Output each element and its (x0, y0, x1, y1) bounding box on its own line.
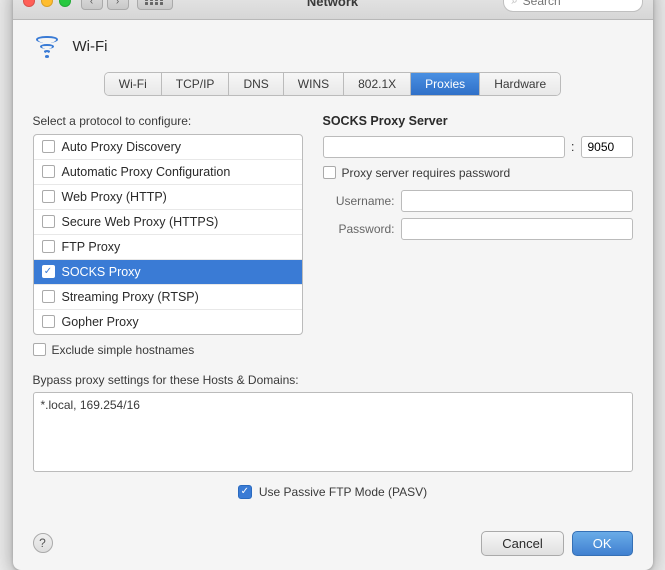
label-web-proxy: Web Proxy (HTTP) (62, 190, 167, 204)
footer-buttons: Cancel OK (481, 531, 632, 556)
list-item-ftp-proxy[interactable]: FTP Proxy (34, 235, 302, 260)
pasv-label: Use Passive FTP Mode (PASV) (259, 485, 427, 499)
checkbox-socks-proxy[interactable]: ✓ (42, 265, 55, 278)
tab-proxies[interactable]: Proxies (411, 73, 480, 95)
checkbox-requires-password[interactable] (323, 166, 336, 179)
requires-password-label: Proxy server requires password (342, 166, 511, 180)
tabs-container: Wi-Fi TCP/IP DNS WINS 802.1X Proxies Har… (33, 72, 633, 96)
cancel-button[interactable]: Cancel (481, 531, 563, 556)
list-item-socks-proxy[interactable]: ✓ SOCKS Proxy (34, 260, 302, 285)
close-button[interactable] (23, 0, 35, 7)
bypass-textarea[interactable]: *.local, 169.254/16 (33, 392, 633, 472)
checkbox-pasv[interactable]: ✓ (238, 485, 252, 499)
socks-section-title: SOCKS Proxy Server (323, 114, 633, 128)
username-input[interactable] (401, 190, 633, 212)
label-ftp-proxy: FTP Proxy (62, 240, 121, 254)
maximize-button[interactable] (59, 0, 71, 7)
help-icon: ? (39, 536, 46, 550)
footer: ? Cancel OK (13, 519, 653, 570)
traffic-lights (23, 0, 71, 7)
protocol-panel-label: Select a protocol to configure: (33, 114, 303, 128)
label-streaming-proxy: Streaming Proxy (RTSP) (62, 290, 199, 304)
protocol-list: Auto Proxy Discovery Automatic Proxy Con… (33, 134, 303, 335)
checkbox-exclude-hostnames[interactable] (33, 343, 46, 356)
bypass-label: Bypass proxy settings for these Hosts & … (33, 373, 633, 387)
window: ‹ › Network ⌕ Wi-Fi (13, 0, 653, 570)
ok-button[interactable]: OK (572, 531, 633, 556)
tab-hardware[interactable]: Hardware (480, 73, 560, 95)
exclude-label: Exclude simple hostnames (52, 343, 195, 357)
checkbox-automatic-proxy[interactable] (42, 165, 55, 178)
checkbox-secure-web[interactable] (42, 215, 55, 228)
password-input[interactable] (401, 218, 633, 240)
search-input[interactable] (523, 0, 634, 8)
forward-button[interactable]: › (107, 0, 129, 10)
wifi-header: Wi-Fi (33, 36, 633, 58)
help-button[interactable]: ? (33, 533, 53, 553)
proxy-server-row: : (323, 136, 633, 158)
checkbox-streaming-proxy[interactable] (42, 290, 55, 303)
list-item-automatic-proxy[interactable]: Automatic Proxy Configuration (34, 160, 302, 185)
tab-8021x[interactable]: 802.1X (344, 73, 411, 95)
main-area: Select a protocol to configure: Auto Pro… (33, 114, 633, 357)
grid-button[interactable] (137, 0, 173, 10)
checkbox-gopher-proxy[interactable] (42, 315, 55, 328)
content: Wi-Fi Wi-Fi TCP/IP DNS WINS 802.1X Proxi… (13, 20, 653, 515)
label-secure-web: Secure Web Proxy (HTTPS) (62, 215, 219, 229)
label-socks-proxy: SOCKS Proxy (62, 265, 141, 279)
tab-wins[interactable]: WINS (284, 73, 344, 95)
checkbox-auto-proxy[interactable] (42, 140, 55, 153)
list-item-streaming-proxy[interactable]: Streaming Proxy (RTSP) (34, 285, 302, 310)
bypass-section: Bypass proxy settings for these Hosts & … (33, 373, 633, 475)
exclude-row: Exclude simple hostnames (33, 343, 303, 357)
left-panel: Select a protocol to configure: Auto Pro… (33, 114, 303, 357)
list-item-web-proxy[interactable]: Web Proxy (HTTP) (34, 185, 302, 210)
requires-password-row: Proxy server requires password (323, 166, 633, 180)
minimize-button[interactable] (41, 0, 53, 7)
password-row: Password: (323, 218, 633, 240)
window-title: Network (307, 0, 358, 9)
tabs: Wi-Fi TCP/IP DNS WINS 802.1X Proxies Har… (104, 72, 561, 96)
wifi-icon (33, 36, 61, 58)
search-box[interactable]: ⌕ (503, 0, 643, 12)
username-row: Username: (323, 190, 633, 212)
right-panel: SOCKS Proxy Server : Proxy server requir… (323, 114, 633, 357)
wifi-label: Wi-Fi (73, 38, 108, 55)
proxy-port-input[interactable] (581, 136, 633, 158)
tab-tcpip[interactable]: TCP/IP (162, 73, 230, 95)
search-icon: ⌕ (512, 0, 518, 8)
username-label: Username: (323, 194, 395, 208)
pasv-row: ✓ Use Passive FTP Mode (PASV) (33, 485, 633, 499)
label-gopher-proxy: Gopher Proxy (62, 315, 139, 329)
list-item-auto-proxy[interactable]: Auto Proxy Discovery (34, 135, 302, 160)
checkbox-web-proxy[interactable] (42, 190, 55, 203)
nav-buttons: ‹ › (81, 0, 129, 10)
label-auto-proxy: Auto Proxy Discovery (62, 140, 181, 154)
proxy-host-input[interactable] (323, 136, 565, 158)
titlebar: ‹ › Network ⌕ (13, 0, 653, 20)
list-item-gopher-proxy[interactable]: Gopher Proxy (34, 310, 302, 334)
label-automatic-proxy: Automatic Proxy Configuration (62, 165, 231, 179)
tab-dns[interactable]: DNS (229, 73, 283, 95)
colon-separator: : (571, 139, 575, 154)
tab-wifi[interactable]: Wi-Fi (105, 73, 162, 95)
back-button[interactable]: ‹ (81, 0, 103, 10)
checkbox-ftp-proxy[interactable] (42, 240, 55, 253)
password-label: Password: (323, 222, 395, 236)
grid-icon (145, 0, 164, 5)
list-item-secure-web[interactable]: Secure Web Proxy (HTTPS) (34, 210, 302, 235)
